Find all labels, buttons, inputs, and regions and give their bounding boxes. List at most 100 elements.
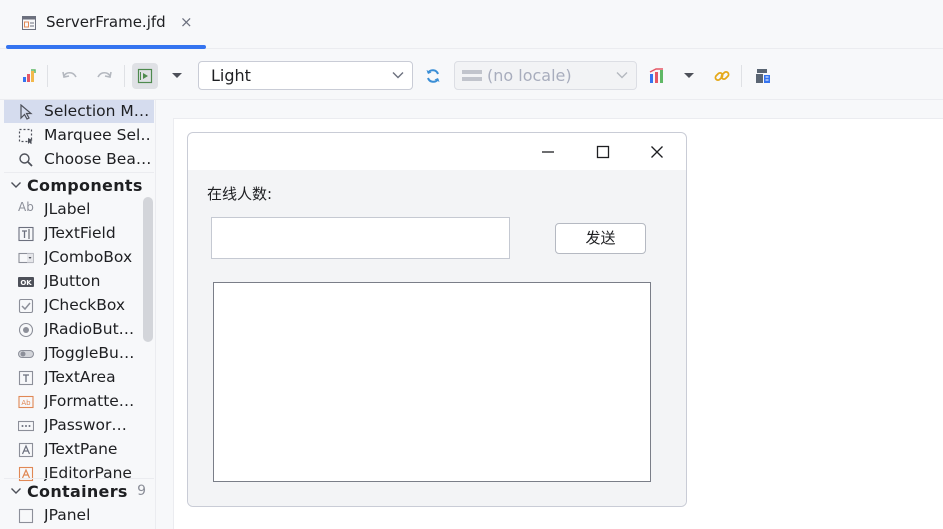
password-field-icon: [18, 420, 34, 432]
textpane-icon: [18, 442, 34, 458]
editor-tab-bar: ServerFrame.jfd ×: [0, 0, 943, 49]
theme-select-value: Light: [211, 66, 251, 85]
palette-colors-button[interactable]: [16, 63, 42, 89]
palette-item-label: JTextField: [44, 224, 116, 242]
textarea-icon: [18, 370, 34, 386]
section-header-label: Components: [27, 176, 143, 195]
palette-item-jradiobutton[interactable]: JRadioBut…: [4, 318, 154, 341]
panel-icon: [18, 508, 34, 524]
tab-title: ServerFrame.jfd: [46, 13, 166, 31]
preview-dropdown-button[interactable]: [164, 63, 190, 89]
svg-text:Ab: Ab: [21, 399, 31, 407]
refresh-icon: [426, 69, 440, 83]
palette-item-jpanel[interactable]: JPanel: [4, 504, 154, 527]
toolbar-separator: [124, 65, 125, 87]
combobox-icon: [18, 252, 34, 264]
checkbox-icon: [18, 298, 34, 314]
palette-item-selection-mode[interactable]: Selection M…: [4, 100, 154, 123]
choose-bean-search-icon: [19, 153, 33, 167]
palette-item-jcheckbox[interactable]: JCheckBox: [4, 294, 154, 317]
palette-item-jtextarea[interactable]: JTextArea: [4, 366, 154, 389]
formatted-field-icon: Ab: [18, 395, 34, 409]
palette-scrollbar-thumb[interactable]: [143, 197, 153, 342]
caret-down-icon: [172, 73, 182, 78]
toolbar-separator: [741, 65, 742, 87]
palette-section-components[interactable]: Components: [4, 172, 154, 197]
palette-item-label: JPasswor…: [44, 416, 127, 434]
locale-flag-icon: [462, 70, 482, 81]
chevron-down-icon: [11, 488, 21, 494]
palette-item-jpasswordfield[interactable]: JPasswor…: [4, 414, 154, 437]
frame-content-pane[interactable]: 在线人数: 发送: [188, 170, 686, 506]
palette-item-label: JPanel: [44, 506, 91, 524]
maximize-button[interactable]: [593, 142, 613, 162]
designed-jframe[interactable]: 在线人数: 发送: [187, 132, 687, 507]
section-header-label: Containers: [27, 482, 128, 501]
palette-item-label: JLabel: [44, 200, 91, 218]
toolbar-separator: [47, 65, 48, 87]
palette-item-label: Choose Bea…: [44, 150, 152, 168]
palette-item-jtextpane[interactable]: JTextPane: [4, 438, 154, 461]
online-count-label: 在线人数:: [207, 185, 273, 203]
minimize-button[interactable]: [538, 142, 558, 162]
frame-title-bar[interactable]: [188, 133, 686, 170]
send-button[interactable]: 发送: [555, 223, 646, 254]
tab-close-icon[interactable]: ×: [180, 13, 193, 31]
preview-form-icon: [137, 68, 153, 84]
form-file-icon: [22, 16, 36, 30]
palette-item-jtextfield[interactable]: JTextField: [4, 222, 154, 245]
close-icon: [651, 146, 663, 158]
designer-toolbar: Light (no locale): [0, 50, 943, 100]
palette-item-jbutton[interactable]: OK JButton: [4, 270, 154, 293]
palette-item-jtogglebutton[interactable]: JToggleBu…: [4, 342, 154, 365]
palette-item-label: JTextArea: [44, 368, 116, 386]
tab-serverframe[interactable]: ServerFrame.jfd ×: [6, 0, 206, 49]
link-icon: [714, 71, 730, 81]
toggle-switch-icon: [18, 350, 34, 358]
tab-active-indicator: [6, 45, 206, 49]
redo-button[interactable]: [91, 63, 117, 89]
palette-item-label: JTextPane: [44, 440, 118, 458]
palette-item-label: JToggleBu…: [44, 344, 135, 362]
theme-select[interactable]: Light: [198, 61, 413, 90]
radio-button-icon: [18, 322, 34, 338]
generate-code-icon: [756, 69, 770, 83]
preview-button[interactable]: [132, 63, 158, 89]
palette-item-label: JCheckBox: [44, 296, 126, 314]
svg-text:OK: OK: [20, 279, 32, 287]
chevron-down-icon: [392, 72, 404, 79]
undo-button[interactable]: [57, 63, 83, 89]
chevron-down-icon: [11, 182, 21, 188]
textfield-icon: [18, 226, 34, 242]
palette-item-choose-bean[interactable]: Choose Bea…: [4, 148, 154, 171]
localize-chart-icon: [649, 68, 663, 83]
marquee-select-icon: [18, 128, 33, 144]
section-count-badge: 9: [137, 483, 146, 499]
palette-item-jformattedtextfield[interactable]: Ab JFormatte…: [4, 390, 154, 413]
locale-select[interactable]: (no locale): [454, 61, 637, 90]
localize-button[interactable]: [644, 63, 670, 89]
generate-code-button[interactable]: [750, 63, 776, 89]
bean-colors-icon: [23, 69, 36, 82]
palette-item-marquee-selection[interactable]: Marquee Sel…: [4, 124, 154, 147]
minimize-icon: [542, 151, 554, 153]
label-ab-icon: Ab: [18, 200, 34, 214]
refresh-button[interactable]: [420, 63, 446, 89]
component-palette: Selection M… Marquee Sel… Choose Bea… Co…: [0, 100, 156, 529]
palette-section-containers[interactable]: Containers 9: [4, 478, 154, 503]
messages-text-area[interactable]: [213, 282, 651, 482]
close-window-button[interactable]: [647, 142, 667, 162]
message-text-field[interactable]: [211, 217, 510, 259]
palette-item-jlabel[interactable]: Ab JLabel: [4, 198, 154, 221]
caret-down-icon: [684, 73, 694, 78]
undo-icon: [62, 71, 77, 78]
palette-item-label: Marquee Sel…: [44, 126, 152, 144]
redo-icon: [97, 71, 112, 78]
palette-item-label: JRadioBut…: [44, 320, 135, 338]
palette-item-label: JButton: [44, 272, 101, 290]
palette-item-jcombobox[interactable]: JComboBox: [4, 246, 154, 269]
bindings-button[interactable]: [709, 63, 735, 89]
localize-dropdown-button[interactable]: [676, 63, 702, 89]
pointer-arrow-icon: [20, 104, 33, 120]
palette-item-label: Selection M…: [44, 102, 150, 120]
